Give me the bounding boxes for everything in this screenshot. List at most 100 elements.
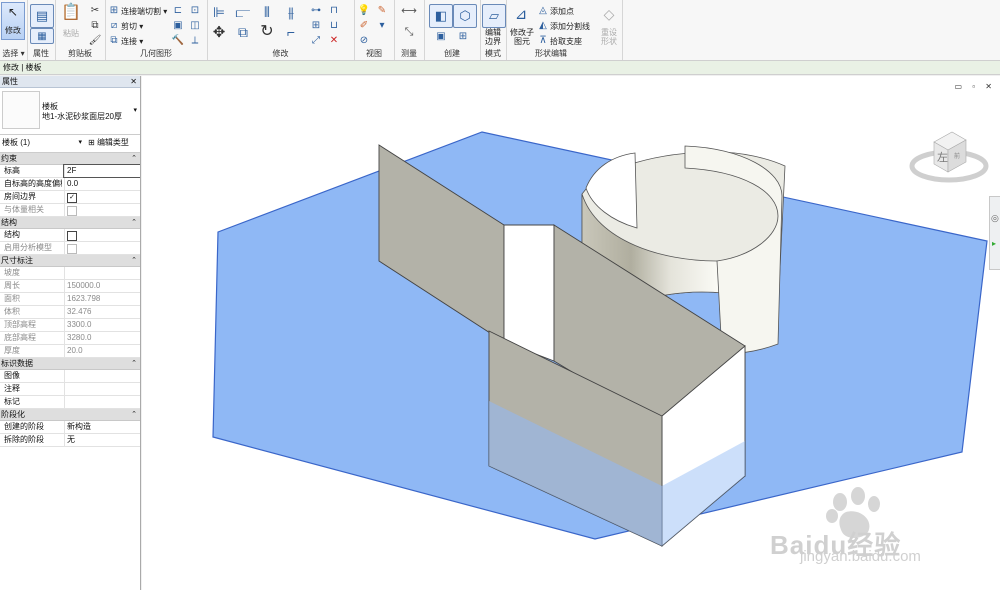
- paint-icon[interactable]: ▣: [171, 19, 185, 33]
- modify-button[interactable]: ↖ 修改: [1, 2, 25, 40]
- property-row[interactable]: 创建的阶段 新构造: [0, 421, 140, 434]
- cut-scissors-icon[interactable]: ✂: [88, 4, 102, 18]
- property-group-header[interactable]: 尺寸标注 ⌃: [0, 255, 140, 267]
- window-controls[interactable]: ▭ ▫ ✕: [954, 82, 996, 91]
- dimension-icon[interactable]: ⤡: [397, 24, 421, 40]
- remove-paint-icon[interactable]: ◫: [188, 19, 202, 33]
- view-cube[interactable]: 左 前: [909, 131, 989, 183]
- collapse-icon[interactable]: ⌃: [131, 255, 137, 266]
- create-similar-icon[interactable]: ⊞: [456, 30, 470, 44]
- scale-icon[interactable]: ⤢: [309, 34, 323, 48]
- property-row[interactable]: 拆除的阶段 无: [0, 434, 140, 447]
- property-group-header[interactable]: 约束 ⌃: [0, 153, 140, 165]
- collapse-icon[interactable]: ⌃: [131, 217, 137, 228]
- move-icon[interactable]: ✥: [211, 24, 227, 40]
- align-icon[interactable]: ⊫: [211, 4, 227, 20]
- add-split-line-button[interactable]: 添加分割线: [550, 21, 590, 32]
- array-icon[interactable]: ⊞: [309, 19, 323, 33]
- modify-sub-elements-button[interactable]: 修改子图元: [508, 28, 536, 46]
- pick-supports-icon[interactable]: ⊼: [536, 34, 550, 48]
- reset-shape-button[interactable]: 重设形状: [600, 28, 618, 46]
- steering-wheel-icon[interactable]: ◎: [991, 213, 999, 224]
- collapse-icon[interactable]: ⌃: [131, 409, 137, 420]
- trim-icon[interactable]: ⌐: [283, 24, 299, 40]
- property-row[interactable]: 图像: [0, 370, 140, 383]
- wall-join-icon[interactable]: ⊏: [171, 4, 185, 18]
- chevron-down-icon[interactable]: ▾: [133, 106, 137, 114]
- property-group-header[interactable]: 阶段化 ⌃: [0, 409, 140, 421]
- property-row[interactable]: 房间边界 ✓: [0, 191, 140, 204]
- collapse-icon[interactable]: ⌃: [131, 358, 137, 369]
- join-cut-button[interactable]: 连接端切割 ▾: [121, 6, 167, 17]
- back-wall-face[interactable]: [503, 224, 555, 362]
- mirror-axis-icon[interactable]: ⫴: [259, 4, 275, 20]
- property-value[interactable]: [64, 370, 140, 382]
- offset-icon[interactable]: ⫍: [235, 4, 251, 20]
- join-geometry-button[interactable]: 连接 ▾: [121, 36, 143, 47]
- select-dropdown[interactable]: 选择 ▾: [0, 48, 27, 59]
- add-split-line-icon[interactable]: ◭: [536, 19, 550, 33]
- property-value[interactable]: ✓: [64, 191, 140, 203]
- match-properties-icon[interactable]: 🖌: [88, 34, 102, 48]
- cut-geometry-button[interactable]: 剪切 ▾: [121, 21, 143, 32]
- property-value[interactable]: [64, 229, 140, 241]
- pick-supports-button[interactable]: 拾取支座: [550, 36, 582, 47]
- properties-icon[interactable]: ▤: [30, 4, 54, 28]
- create-assembly-icon[interactable]: ◧: [429, 4, 453, 28]
- property-value[interactable]: 新构造: [64, 421, 140, 433]
- property-row[interactable]: 结构: [0, 229, 140, 242]
- property-row[interactable]: 自标高的高度偏移 0.0: [0, 178, 140, 191]
- edit-boundary-icon[interactable]: ▱: [482, 4, 506, 28]
- copy-element-icon[interactable]: ⧉: [235, 24, 251, 40]
- 3d-model-canvas[interactable]: 左 前: [142, 76, 1000, 590]
- join-geometry-icon[interactable]: ⧉: [107, 34, 121, 48]
- view-filter-icon[interactable]: ▾: [375, 19, 389, 33]
- property-row[interactable]: 标高 2F: [0, 164, 140, 178]
- property-value[interactable]: [64, 383, 140, 395]
- property-value[interactable]: 无: [64, 434, 140, 446]
- pin-icon[interactable]: ⊓: [327, 4, 341, 18]
- navigation-bar[interactable]: ◎ ▸: [989, 196, 1000, 270]
- delete-icon[interactable]: ✕: [327, 34, 341, 48]
- zoom-icon[interactable]: ▸: [992, 239, 996, 248]
- view-cube-left-label[interactable]: 左: [937, 151, 948, 164]
- create-parts-icon[interactable]: ⬡: [453, 4, 477, 28]
- property-group-header[interactable]: 结构 ⌃: [0, 217, 140, 229]
- copy-icon[interactable]: ⧉: [88, 19, 102, 33]
- property-value[interactable]: 0.0: [64, 178, 140, 190]
- create-group-icon[interactable]: ▣: [434, 30, 448, 44]
- checkbox[interactable]: [67, 231, 77, 241]
- measure-distance-icon[interactable]: ⟷: [397, 4, 421, 18]
- override-icon[interactable]: ✎: [375, 4, 389, 18]
- property-row[interactable]: 注释: [0, 383, 140, 396]
- hide-bulb-icon[interactable]: 💡: [357, 4, 371, 18]
- property-value[interactable]: [64, 396, 140, 408]
- modify-sub-elements-icon[interactable]: ⊿: [511, 4, 531, 24]
- property-row[interactable]: 标记: [0, 396, 140, 409]
- reset-shape-icon[interactable]: ◇: [600, 5, 618, 23]
- edit-boundary-button[interactable]: 编辑边界: [482, 28, 504, 46]
- 3d-viewport[interactable]: 左 前 ▭ ▫ ✕ ◎ ▸: [142, 76, 1000, 590]
- beam-join-icon[interactable]: ⟂: [188, 34, 202, 48]
- property-value[interactable]: 2F: [63, 164, 140, 178]
- unpin-icon[interactable]: ⊔: [327, 19, 341, 33]
- checkbox[interactable]: ✓: [67, 193, 77, 203]
- demolish-icon[interactable]: 🔨: [171, 34, 185, 48]
- view-cube-front-label[interactable]: 前: [954, 152, 960, 160]
- temp-hide-icon[interactable]: ⊘: [357, 34, 371, 48]
- add-point-button[interactable]: 添加点: [550, 6, 574, 17]
- paste-icon[interactable]: 📋: [61, 5, 81, 21]
- cut-geometry-icon[interactable]: ⧄: [107, 19, 121, 33]
- mirror-draw-icon[interactable]: ⫵: [283, 4, 299, 20]
- collapse-icon[interactable]: ⌃: [131, 153, 137, 164]
- property-group-header[interactable]: 标识数据 ⌃: [0, 358, 140, 370]
- join-cut-icon[interactable]: ⊞: [107, 4, 121, 18]
- split-face-icon[interactable]: ⊡: [188, 4, 202, 18]
- type-properties-icon[interactable]: ▦: [30, 28, 54, 44]
- close-icon[interactable]: ✕: [130, 76, 137, 87]
- add-point-icon[interactable]: ◬: [536, 4, 550, 18]
- linework-icon[interactable]: ✐: [357, 19, 371, 33]
- type-selector[interactable]: 楼板 地1-水泥砂浆面层20厚 ▾: [0, 88, 140, 135]
- instance-filter-select[interactable]: 楼板 (1) ▾: [2, 137, 82, 149]
- split-icon[interactable]: ⊶: [309, 4, 323, 18]
